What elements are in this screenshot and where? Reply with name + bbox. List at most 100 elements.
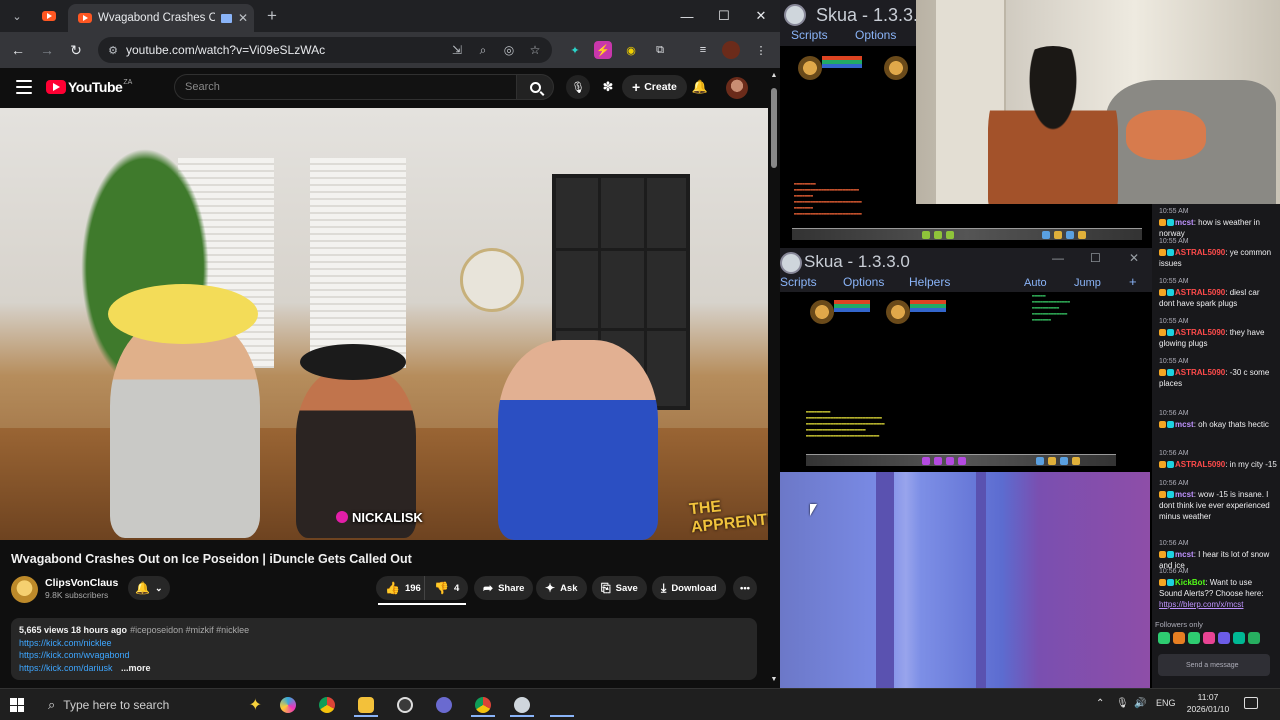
search-input[interactable]: Search xyxy=(174,74,516,100)
microphone-icon[interactable]: 🎙 xyxy=(1116,698,1129,709)
maximize-button[interactable]: ☐ xyxy=(711,4,737,28)
page-scrollbar[interactable]: ▲ ▼ xyxy=(768,68,780,688)
hashtags[interactable]: #iceposeidon #mizkif #nicklee xyxy=(130,625,249,635)
tab-search-chevron-icon[interactable]: ⌄ xyxy=(6,6,28,26)
chat-username[interactable]: KickBot xyxy=(1175,578,1205,587)
language-indicator[interactable]: ENG xyxy=(1156,698,1176,708)
emote-picker-row[interactable] xyxy=(1158,632,1260,646)
voice-search-button[interactable]: 🎙 xyxy=(566,75,590,99)
taskbar-app-skua-2[interactable] xyxy=(550,693,574,717)
close-window-button[interactable]: ✕ xyxy=(1129,251,1139,265)
channel-avatar[interactable] xyxy=(11,576,38,603)
dislike-button[interactable]: 👎 4 xyxy=(424,576,469,600)
notifications-bell-icon[interactable]: 🔔 xyxy=(690,77,710,97)
avatar[interactable] xyxy=(726,77,748,99)
chat-username[interactable]: ASTRAL5090 xyxy=(1175,460,1225,469)
youtube-logo[interactable]: YouTube ZA xyxy=(46,79,132,95)
menu-auto[interactable]: Auto xyxy=(1024,277,1047,289)
channel-name[interactable]: ClipsVonClaus xyxy=(45,577,118,589)
chat-link[interactable]: https://blerp.com/x/mcst xyxy=(1159,600,1243,609)
maximize-button[interactable]: ☐ xyxy=(1090,251,1101,265)
system-clock[interactable]: 11:07 2026/01/10 xyxy=(1182,691,1234,715)
video-description[interactable]: 5,665 views 18 hours ago #iceposeidon #mi… xyxy=(11,618,757,680)
taskbar-app-chrome-2[interactable] xyxy=(471,693,495,717)
search-button[interactable] xyxy=(516,74,554,100)
chat-username[interactable]: ASTRAL5090 xyxy=(1175,248,1225,257)
guide-menu-icon[interactable] xyxy=(16,80,32,94)
save-button[interactable]: ⎘ Save xyxy=(592,576,647,600)
ask-ai-icon[interactable]: ✽ xyxy=(598,77,618,97)
scroll-up-icon[interactable]: ▲ xyxy=(770,72,778,79)
minimize-button[interactable]: — xyxy=(674,4,700,28)
emote-icon[interactable] xyxy=(1218,632,1230,644)
menu-jump[interactable]: Jump xyxy=(1074,277,1101,289)
subscribe-notification-button[interactable]: 🔔 ⌄ xyxy=(128,576,170,600)
menu-scripts[interactable]: Scripts xyxy=(780,275,817,289)
volume-icon[interactable]: 🔊 xyxy=(1134,698,1146,709)
game-viewport[interactable]: ▬▬▬▬▬▬▬▬▬▬▬▬▬▬▬▬▬▬▬▬▬▬▬▬▬▬▬▬▬▬▬▬▬▬▬▬▬▬▬▬… xyxy=(780,292,1152,472)
extensions-puzzle-icon[interactable]: ⧉ xyxy=(651,41,669,59)
taskbar-app-chrome[interactable] xyxy=(315,693,339,717)
menu-helpers[interactable]: Helpers xyxy=(909,275,950,289)
description-link[interactable]: https://kick.com/wvagabond xyxy=(19,649,749,662)
share-button[interactable]: ➦ Share xyxy=(474,576,534,600)
tray-overflow-icon[interactable]: ⌃ xyxy=(1096,698,1104,709)
game-hotbar[interactable] xyxy=(806,454,1116,466)
new-tab-button[interactable]: + xyxy=(262,6,282,26)
menu-options[interactable]: Options xyxy=(855,28,896,42)
notifications-icon[interactable] xyxy=(1244,697,1258,709)
back-button[interactable]: ← xyxy=(8,40,28,60)
menu-kebab-icon[interactable]: ⋮ xyxy=(752,41,770,59)
create-button[interactable]: + Create xyxy=(622,75,687,99)
menu-scripts[interactable]: Scripts xyxy=(791,28,828,42)
site-info-icon[interactable]: ⚙ xyxy=(106,43,120,57)
scroll-thumb[interactable] xyxy=(771,88,777,168)
taskbar-app-obs[interactable] xyxy=(393,693,417,717)
taskbar-app-4[interactable] xyxy=(432,693,456,717)
chat-username[interactable]: mcst xyxy=(1175,218,1194,227)
more-actions-button[interactable]: ••• xyxy=(733,576,757,600)
chat-username[interactable]: ASTRAL5090 xyxy=(1175,368,1225,377)
taskbar-app-skua[interactable] xyxy=(510,693,534,717)
show-more-button[interactable]: ...more xyxy=(121,662,151,675)
media-controls-icon[interactable]: ≡ xyxy=(694,41,712,59)
tab-media-icon[interactable] xyxy=(220,13,232,23)
scroll-down-icon[interactable]: ▼ xyxy=(770,676,778,683)
tab-close-icon[interactable]: ✕ xyxy=(238,11,248,25)
emote-icon[interactable] xyxy=(1173,632,1185,644)
menu-options[interactable]: Options xyxy=(843,275,884,289)
emote-icon[interactable] xyxy=(1203,632,1215,644)
profile-icon[interactable] xyxy=(722,41,740,59)
description-link[interactable]: https://kick.com/nicklee xyxy=(19,637,749,650)
emote-icon[interactable] xyxy=(1233,632,1245,644)
add-icon[interactable]: + xyxy=(1129,274,1137,289)
forward-button[interactable]: → xyxy=(37,40,57,60)
taskbar-app-copilot[interactable] xyxy=(276,693,300,717)
install-icon[interactable]: ⇲ xyxy=(448,41,466,59)
chat-username[interactable]: mcst xyxy=(1175,550,1194,559)
minimize-button[interactable]: — xyxy=(1052,251,1064,265)
taskbar-app-explorer[interactable] xyxy=(354,693,378,717)
extension-3-icon[interactable]: ◉ xyxy=(622,41,640,59)
chat-username[interactable]: ASTRAL5090 xyxy=(1175,328,1225,337)
ask-button[interactable]: ✦ Ask xyxy=(536,576,587,600)
tab-active[interactable]: Wvagabond Crashes Out o ✕ xyxy=(68,4,254,32)
reload-button[interactable]: ↻ xyxy=(66,40,86,60)
close-window-button[interactable]: ✕ xyxy=(748,4,774,28)
zoom-icon[interactable]: ⌕ xyxy=(474,41,492,59)
emote-icon[interactable] xyxy=(1248,632,1260,644)
extension-2-icon[interactable]: ⚡ xyxy=(594,41,612,59)
bookmark-star-icon[interactable]: ☆ xyxy=(526,41,544,59)
like-button[interactable]: 👍 196 xyxy=(376,576,429,600)
windows-start-icon[interactable] xyxy=(10,698,24,712)
download-button[interactable]: ⤓ Download xyxy=(652,576,726,600)
chat-message-input[interactable]: Send a message xyxy=(1158,654,1270,676)
video-player[interactable]: NICKALISK THE APPRENTICE xyxy=(0,108,768,540)
eye-off-icon[interactable]: ◎ xyxy=(500,41,518,59)
chat-username[interactable]: ASTRAL5090 xyxy=(1175,288,1225,297)
taskbar-search[interactable]: ⌕ Type here to search ✦ xyxy=(36,691,270,719)
url-text[interactable]: youtube.com/watch?v=Vi09eSLzWAc xyxy=(126,43,448,57)
emote-icon[interactable] xyxy=(1188,632,1200,644)
address-bar[interactable]: ⚙ youtube.com/watch?v=Vi09eSLzWAc ⇲ ⌕ ◎ … xyxy=(98,37,552,63)
extension-1-icon[interactable]: ✦ xyxy=(566,41,584,59)
